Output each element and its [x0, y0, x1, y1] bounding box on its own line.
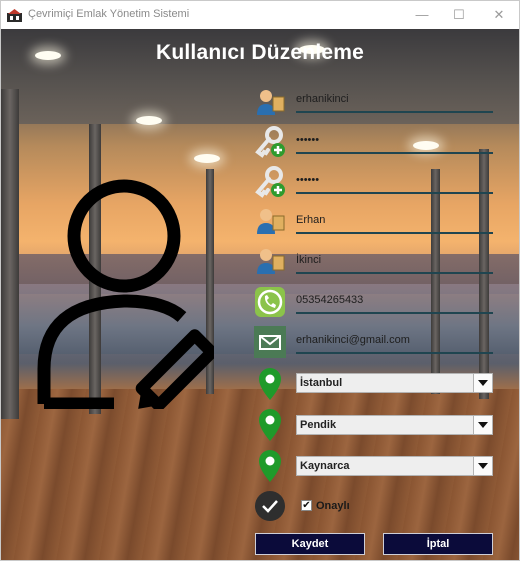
user-icon	[257, 249, 285, 274]
user-icon	[257, 90, 285, 115]
email-value: erhanikinci@gmail.com	[296, 334, 410, 346]
app-window: Çevrimiçi Emlak Yönetim Sistemi — ☐ ✕ Ku…	[0, 0, 520, 561]
phone-value: 05354265433	[296, 294, 364, 306]
window-frame	[1, 89, 19, 419]
key-add-icon	[255, 126, 285, 158]
first-name-field[interactable]: Erhan	[296, 210, 493, 234]
last-name-field[interactable]: İkinci	[296, 250, 493, 274]
app-logo-icon	[7, 9, 22, 22]
chevron-down-icon[interactable]	[473, 374, 492, 392]
phone-icon	[255, 287, 285, 317]
chevron-down-icon[interactable]	[473, 457, 492, 475]
cancel-button[interactable]: İptal	[383, 533, 493, 555]
password-value: ••••••	[296, 134, 320, 146]
map-pin-icon	[259, 450, 281, 482]
district-dropdown[interactable]: Pendik	[296, 415, 493, 435]
approved-checkbox[interactable]: ✔	[301, 500, 312, 511]
window-title: Çevrimiçi Emlak Yönetim Sistemi	[28, 8, 190, 20]
neighborhood-dropdown[interactable]: Kaynarca	[296, 456, 493, 476]
minimize-button[interactable]: —	[407, 4, 437, 26]
ceiling-light	[194, 154, 220, 163]
city-dropdown[interactable]: İstanbul	[296, 373, 493, 393]
page-title: Kullanıcı Düzenleme	[155, 41, 365, 64]
first-name-value: Erhan	[296, 214, 326, 226]
password-field[interactable]: ••••••	[296, 130, 493, 154]
city-selected-value: İstanbul	[300, 377, 343, 389]
maximize-button[interactable]: ☐	[444, 4, 474, 26]
user-edit-icon	[37, 179, 214, 409]
neighborhood-selected-value: Kaynarca	[300, 460, 350, 472]
ceiling-light	[136, 116, 162, 125]
email-field[interactable]: erhanikinci@gmail.com	[296, 330, 493, 354]
background-room-image: Kullanıcı Düzenleme erhanikinci •••••• •…	[1, 29, 519, 560]
password-confirm-value: ••••••	[296, 174, 320, 186]
close-button[interactable]: ✕	[484, 4, 514, 26]
window-frame	[431, 169, 440, 394]
envelope-icon	[254, 326, 286, 358]
phone-field[interactable]: 05354265433	[296, 290, 493, 314]
checkmark-circle-icon	[255, 491, 285, 521]
chevron-down-icon[interactable]	[473, 416, 492, 434]
approved-label: Onaylı	[316, 500, 350, 512]
username-value: erhanikinci	[296, 93, 349, 105]
save-button[interactable]: Kaydet	[255, 533, 365, 555]
district-selected-value: Pendik	[300, 419, 337, 431]
title-bar: Çevrimiçi Emlak Yönetim Sistemi — ☐ ✕	[1, 1, 519, 29]
user-icon	[257, 209, 285, 234]
key-add-icon	[255, 166, 285, 198]
password-confirm-field[interactable]: ••••••	[296, 170, 493, 194]
username-field[interactable]: erhanikinci	[296, 89, 493, 113]
last-name-value: İkinci	[296, 254, 322, 266]
map-pin-icon	[259, 409, 281, 441]
map-pin-icon	[259, 368, 281, 400]
